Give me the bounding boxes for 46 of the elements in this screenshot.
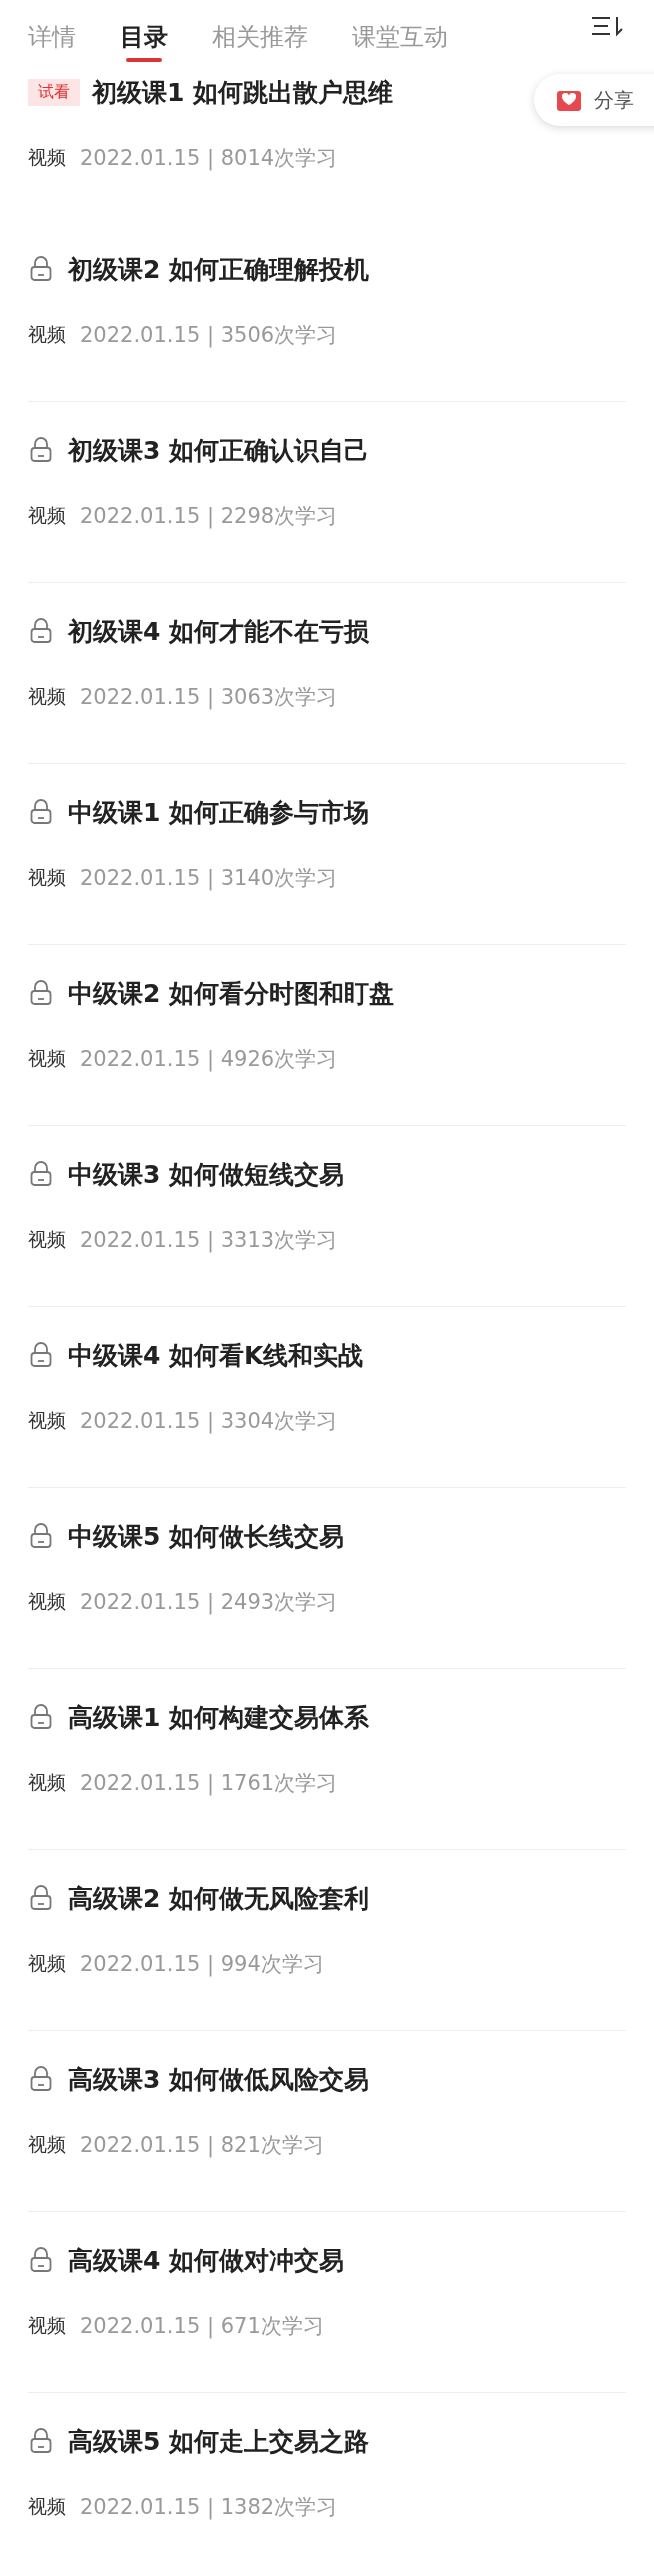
lesson-title[interactable]: 中级课3 如何做短线交易 <box>68 1157 345 1191</box>
lesson-meta: 2022.01.15 | 2493次学习 <box>80 1589 338 1616</box>
lesson-title[interactable]: 初级课2 如何正确理解投机 <box>68 252 370 286</box>
tab[interactable]: 目录 <box>120 0 168 62</box>
lesson-type: 视频 <box>28 1589 66 1614</box>
lesson-meta: 2022.01.15 | 8014次学习 <box>80 145 338 172</box>
lesson-type: 视频 <box>28 1046 66 1071</box>
lesson-meta: 2022.01.15 | 2298次学习 <box>80 503 338 530</box>
lesson-meta: 2022.01.15 | 3140次学习 <box>80 865 338 892</box>
lesson-meta: 2022.01.15 | 3063次学习 <box>80 684 338 711</box>
share-button[interactable]: 分享 <box>534 74 654 126</box>
lesson-title[interactable]: 高级课5 如何走上交易之路 <box>68 2424 370 2458</box>
lesson-title[interactable]: 初级课3 如何正确认识自己 <box>68 433 370 467</box>
lesson-type: 视频 <box>28 145 66 170</box>
lesson-meta: 2022.01.15 | 821次学习 <box>80 2132 324 2159</box>
lesson-title[interactable]: 中级课4 如何看K线和实战 <box>68 1338 364 1372</box>
lesson-meta: 2022.01.15 | 4926次学习 <box>80 1046 338 1073</box>
lesson-meta: 2022.01.15 | 3313次学习 <box>80 1227 338 1254</box>
lesson-meta: 2022.01.15 | 1761次学习 <box>80 1770 338 1797</box>
lesson-title[interactable]: 中级课5 如何做长线交易 <box>68 1519 345 1553</box>
lesson-title[interactable]: 高级课3 如何做低风险交易 <box>68 2062 370 2096</box>
preview-badge: 试看 <box>28 78 80 106</box>
lesson-meta: 2022.01.15 | 3506次学习 <box>80 322 338 349</box>
lesson-title[interactable]: 初级课1 如何跳出散户思维 <box>92 75 394 109</box>
lesson-type: 视频 <box>28 684 66 709</box>
lesson-type: 视频 <box>28 2313 66 2338</box>
lesson-type: 视频 <box>28 322 66 347</box>
lesson-title[interactable]: 初级课4 如何才能不在亏损 <box>68 614 370 648</box>
lesson-type: 视频 <box>28 2132 66 2157</box>
menu-icon[interactable] <box>590 15 624 37</box>
lesson-type: 视频 <box>28 1770 66 1795</box>
lesson-meta: 2022.01.15 | 1382次学习 <box>80 2494 338 2521</box>
lesson-type: 视频 <box>28 1408 66 1433</box>
lesson-type: 视频 <box>28 1951 66 1976</box>
lesson-meta: 2022.01.15 | 671次学习 <box>80 2313 324 2340</box>
lesson-title[interactable]: 高级课1 如何构建交易体系 <box>68 1700 370 1734</box>
lesson-meta: 2022.01.15 | 994次学习 <box>80 1951 324 1978</box>
lesson-title[interactable]: 高级课2 如何做无风险套利 <box>68 1881 370 1915</box>
lesson-meta: 2022.01.15 | 3304次学习 <box>80 1408 338 1435</box>
lesson-type: 视频 <box>28 2494 66 2519</box>
lesson-title[interactable]: 中级课2 如何看分时图和盯盘 <box>68 976 395 1010</box>
lesson-type: 视频 <box>28 503 66 528</box>
lesson-title[interactable]: 高级课4 如何做对冲交易 <box>68 2243 345 2277</box>
lesson-title[interactable]: 中级课1 如何正确参与市场 <box>68 795 370 829</box>
lesson-type: 视频 <box>28 865 66 890</box>
lesson-type: 视频 <box>28 1227 66 1252</box>
